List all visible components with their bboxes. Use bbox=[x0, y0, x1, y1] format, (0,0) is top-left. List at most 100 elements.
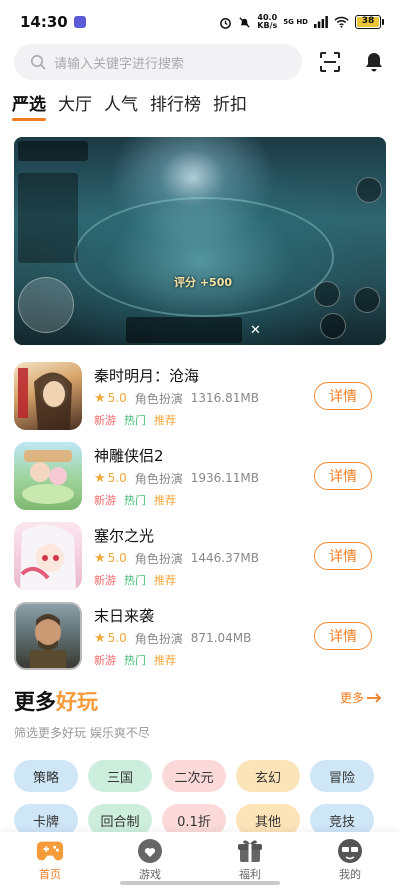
game-genre: 角色扮演 bbox=[134, 631, 183, 646]
section-title-main: 更多 bbox=[14, 690, 56, 714]
game-icon bbox=[14, 602, 82, 670]
detail-button[interactable]: 详情 bbox=[314, 382, 372, 410]
category-chip[interactable]: 玄幻 bbox=[236, 760, 300, 792]
game-rating: 5.0 bbox=[107, 551, 127, 565]
network-speed: 40.0 KB/s bbox=[257, 14, 277, 30]
notification-button[interactable] bbox=[362, 50, 386, 74]
status-icons: 40.0 KB/s 5G HD 38 bbox=[219, 14, 384, 30]
game-size: 1316.81MB bbox=[190, 391, 259, 405]
game-icon bbox=[14, 522, 82, 590]
gamepad-icon bbox=[36, 838, 64, 864]
banner-score: 评分 +500 bbox=[174, 276, 233, 289]
star-icon: ★ bbox=[94, 470, 106, 486]
app-notification-icon bbox=[73, 16, 86, 28]
tab-yanxuan[interactable]: 严选 bbox=[12, 90, 46, 121]
tag-hot: 热门 bbox=[124, 413, 146, 427]
star-icon: ★ bbox=[94, 550, 106, 566]
tab-ranking[interactable]: 排行榜 bbox=[150, 90, 201, 121]
tag-recommend: 推荐 bbox=[154, 413, 176, 427]
banner-hud bbox=[18, 141, 88, 161]
tag-new: 新游 bbox=[94, 573, 116, 587]
more-link-label: 更多 bbox=[339, 691, 364, 705]
tag-hot: 热门 bbox=[124, 573, 146, 587]
list-item[interactable]: 末日来袭 ★ 5.0 角色扮演 871.04MB 新游 热门 推荐 详情 bbox=[14, 596, 386, 676]
banner-skill-icon bbox=[356, 177, 382, 203]
nav-label: 福利 bbox=[239, 868, 261, 881]
game-rating: 5.0 bbox=[107, 631, 127, 645]
game-size: 871.04MB bbox=[190, 631, 252, 645]
scan-icon bbox=[320, 52, 340, 72]
more-link[interactable]: 更多 bbox=[340, 689, 382, 706]
section-title: 更多好玩 bbox=[14, 686, 386, 716]
battery-icon: 38 bbox=[355, 15, 384, 29]
battery-level: 38 bbox=[357, 17, 379, 27]
alarm-icon bbox=[220, 17, 232, 29]
status-time: 14:30 bbox=[20, 13, 68, 31]
game-genre: 角色扮演 bbox=[134, 391, 183, 406]
category-chip[interactable]: 冒险 bbox=[310, 760, 374, 792]
banner-close-icon: ✕ bbox=[250, 323, 261, 338]
bell-icon bbox=[366, 53, 382, 72]
tab-discount[interactable]: 折扣 bbox=[213, 90, 247, 121]
nav-label: 首页 bbox=[39, 868, 61, 881]
search-header: 请输入关键字进行搜索 bbox=[14, 44, 386, 80]
banner-skill-icon bbox=[314, 281, 340, 307]
category-chip[interactable]: 二次元 bbox=[162, 760, 226, 792]
tab-lobby[interactable]: 大厅 bbox=[58, 90, 92, 121]
search-input[interactable]: 请输入关键字进行搜索 bbox=[14, 44, 302, 80]
banner-skill-icon bbox=[320, 313, 346, 339]
tag-recommend: 推荐 bbox=[154, 493, 176, 507]
scan-button[interactable] bbox=[318, 50, 342, 74]
tag-new: 新游 bbox=[94, 653, 116, 667]
network-type: 5G HD bbox=[283, 17, 308, 26]
game-rating: 5.0 bbox=[107, 471, 127, 485]
category-chip[interactable]: 策略 bbox=[14, 760, 78, 792]
banner-hud-panel bbox=[18, 173, 78, 263]
game-list: 秦时明月：沧海 ★ 5.0 角色扮演 1316.81MB 新游 热门 推荐 详情 … bbox=[14, 356, 386, 676]
banner-joystick bbox=[18, 277, 74, 333]
gift-icon bbox=[236, 838, 264, 864]
nav-label: 我的 bbox=[339, 868, 361, 881]
arrow-right-icon bbox=[367, 692, 382, 703]
banner-skill-icon bbox=[354, 287, 380, 313]
speed-unit: KB/s bbox=[257, 21, 278, 30]
home-indicator bbox=[120, 881, 280, 885]
bottom-nav: 首页 游戏 福利 我的 bbox=[0, 832, 400, 889]
game-genre: 角色扮演 bbox=[134, 471, 183, 486]
game-heart-icon bbox=[136, 838, 164, 864]
category-tabs: 严选 大厅 人气 排行榜 折扣 bbox=[12, 90, 247, 121]
game-rating: 5.0 bbox=[107, 391, 127, 405]
game-size: 1446.37MB bbox=[190, 551, 259, 565]
status-bar: 14:30 40.0 KB/s 5G HD 38 bbox=[0, 0, 400, 44]
tag-hot: 热门 bbox=[124, 653, 146, 667]
tab-popular[interactable]: 人气 bbox=[104, 90, 138, 121]
nav-home[interactable]: 首页 bbox=[0, 832, 100, 889]
signal-icon bbox=[314, 16, 328, 28]
tag-new: 新游 bbox=[94, 413, 116, 427]
list-item[interactable]: 神雕侠侣2 ★ 5.0 角色扮演 1936.11MB 新游 热门 推荐 详情 bbox=[14, 436, 386, 516]
detail-button[interactable]: 详情 bbox=[314, 622, 372, 650]
banner-chat bbox=[126, 317, 242, 343]
section-title-accent: 好玩 bbox=[56, 690, 98, 714]
mute-icon bbox=[239, 16, 250, 28]
list-item[interactable]: 塞尔之光 ★ 5.0 角色扮演 1446.37MB 新游 热门 推荐 详情 bbox=[14, 516, 386, 596]
wifi-icon bbox=[334, 16, 349, 28]
tag-new: 新游 bbox=[94, 493, 116, 507]
banner-art bbox=[74, 197, 334, 317]
profile-icon bbox=[336, 838, 364, 864]
detail-button[interactable]: 详情 bbox=[314, 462, 372, 490]
search-icon bbox=[30, 54, 46, 70]
game-icon bbox=[14, 442, 82, 510]
tag-recommend: 推荐 bbox=[154, 573, 176, 587]
star-icon: ★ bbox=[94, 630, 106, 646]
list-item[interactable]: 秦时明月：沧海 ★ 5.0 角色扮演 1316.81MB 新游 热门 推荐 详情 bbox=[14, 356, 386, 436]
detail-button[interactable]: 详情 bbox=[314, 542, 372, 570]
game-genre: 角色扮演 bbox=[134, 551, 183, 566]
category-chip-grid: 策略 三国 二次元 玄幻 冒险 卡牌 回合制 0.1折 其他 竞技 bbox=[14, 760, 386, 836]
category-chip[interactable]: 三国 bbox=[88, 760, 152, 792]
featured-banner[interactable]: 评分 +500 ✕ bbox=[14, 137, 386, 345]
nav-label: 游戏 bbox=[139, 868, 161, 881]
nav-profile[interactable]: 我的 bbox=[300, 832, 400, 889]
game-size: 1936.11MB bbox=[190, 471, 259, 485]
section-subtitle: 筛选更多好玩 娱乐爽不尽 bbox=[14, 726, 150, 740]
